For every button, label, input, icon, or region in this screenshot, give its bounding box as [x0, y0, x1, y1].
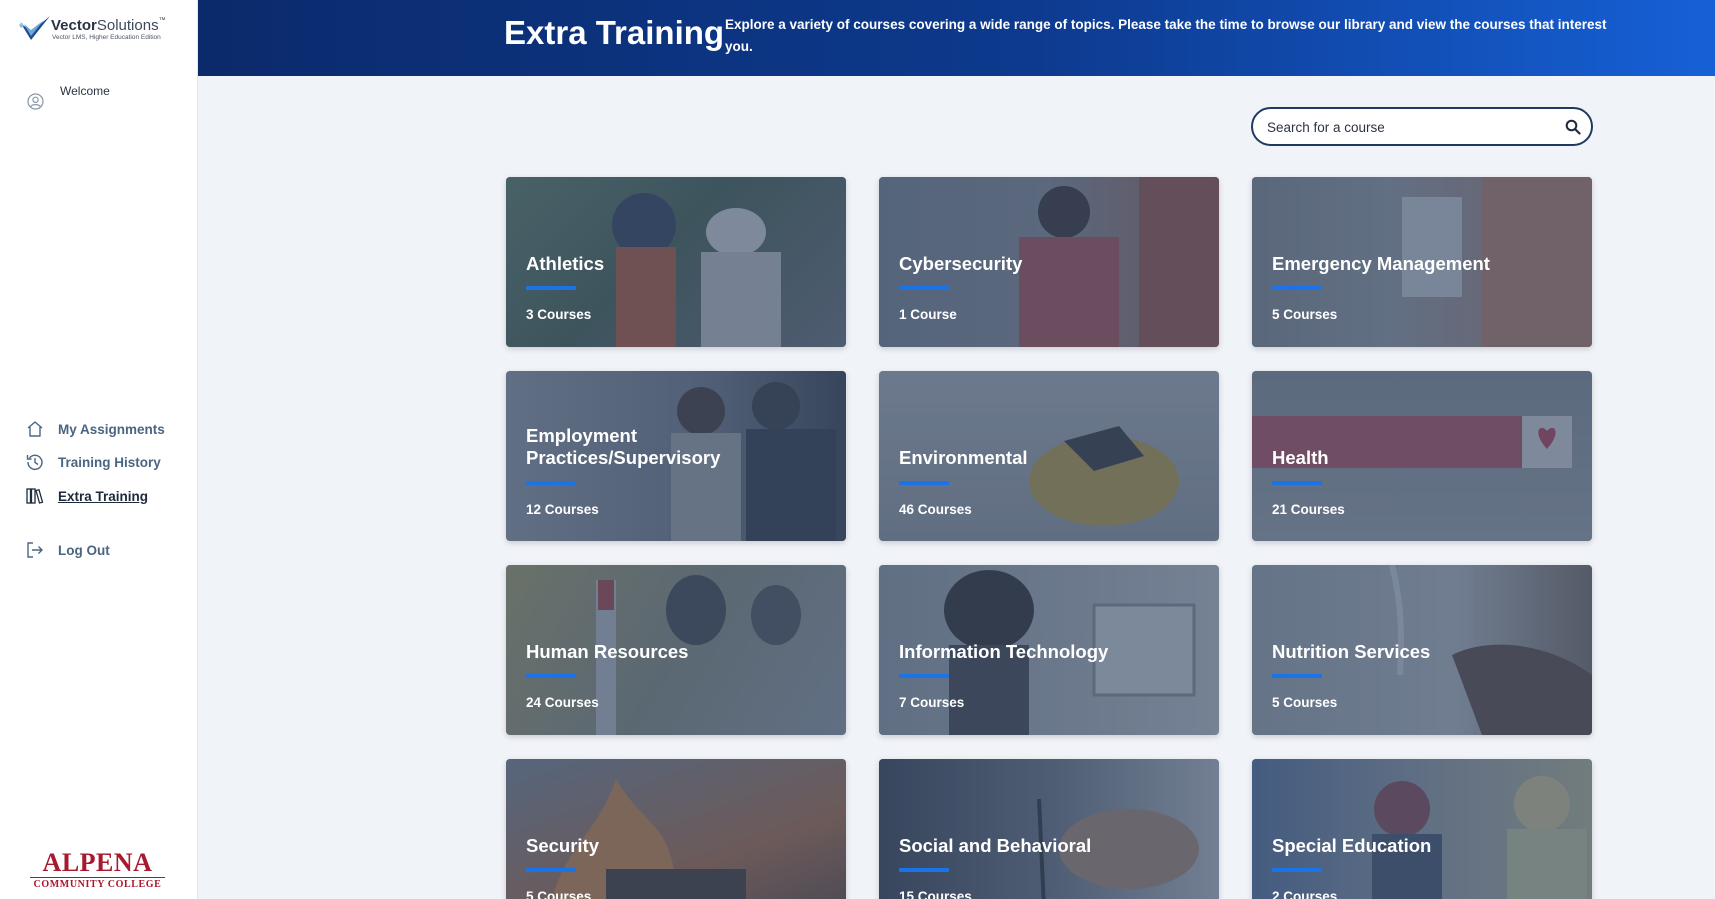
category-title: Environmental — [899, 447, 1028, 468]
vector-logo-mark-icon — [19, 16, 50, 40]
college-name: ALPENA — [42, 848, 153, 877]
category-title: Employment Practices/Supervisory — [526, 425, 721, 468]
page-title: Extra Training — [504, 14, 725, 51]
user-avatar-icon — [27, 93, 44, 110]
category-card-nutrition-services[interactable]: Nutrition Services 5 Courses — [1252, 565, 1592, 735]
category-count: 1 Course — [899, 307, 957, 322]
search-icon[interactable] — [1565, 119, 1581, 135]
sidebar-item-log-out[interactable]: Log Out — [25, 539, 110, 561]
card-overlay — [879, 759, 1219, 899]
sidebar: VectorSolutions™ Vector LMS, Higher Educ… — [0, 0, 198, 899]
accent-bar — [526, 286, 576, 290]
card-overlay — [506, 759, 846, 899]
welcome-label: Welcome — [60, 84, 110, 98]
category-card-cybersecurity[interactable]: Cybersecurity 1 Course — [879, 177, 1219, 347]
category-title: Social and Behavioral — [899, 835, 1092, 856]
logout-icon — [27, 542, 43, 558]
category-title: Security — [526, 835, 600, 856]
books-icon — [26, 488, 44, 504]
accent-bar — [899, 674, 949, 678]
category-count: 7 Courses — [899, 695, 965, 710]
category-count: 21 Courses — [1272, 502, 1345, 517]
category-card-social-and-behavioral[interactable]: Social and Behavioral 15 Courses — [879, 759, 1219, 899]
accent-bar — [1272, 868, 1322, 872]
category-count: 12 Courses — [526, 502, 599, 517]
sidebar-item-label: My Assignments — [58, 421, 165, 437]
category-card-information-technology[interactable]: Information Technology 7 Courses — [879, 565, 1219, 735]
category-card-health[interactable]: Health 21 Courses — [1252, 371, 1592, 541]
sidebar-item-label: Training History — [58, 454, 161, 470]
sidebar-item-label: Extra Training — [58, 488, 149, 504]
accent-bar — [1272, 481, 1322, 485]
history-icon — [26, 454, 43, 471]
category-card-emergency-management[interactable]: Emergency Management 5 Courses — [1252, 177, 1592, 347]
brand-name: VectorSolutions™ — [51, 17, 166, 34]
category-card-special-education[interactable]: Special Education 2 Courses — [1252, 759, 1592, 899]
category-count: 24 Courses — [526, 695, 599, 710]
category-title: Health — [1272, 447, 1329, 468]
vector-solutions-logo[interactable]: VectorSolutions™ Vector LMS, Higher Educ… — [18, 14, 188, 48]
college-logo: ALPENA COMMUNITY COLLEGE — [30, 850, 165, 890]
page-banner: Extra Training Explore a variety of cour… — [198, 0, 1715, 76]
category-count: 3 Courses — [526, 307, 592, 322]
accent-bar — [899, 481, 949, 485]
search-input[interactable] — [1267, 116, 1557, 138]
category-count: 5 Courses — [526, 889, 592, 899]
category-card-human-resources[interactable]: Human Resources 24 Courses — [506, 565, 846, 735]
page-description: Explore a variety of courses covering a … — [725, 17, 1607, 54]
accent-bar — [526, 481, 576, 485]
category-title: Cybersecurity — [899, 253, 1023, 274]
category-count: 5 Courses — [1272, 307, 1338, 322]
card-overlay — [1252, 759, 1592, 899]
category-title: Athletics — [526, 253, 605, 274]
category-count: 5 Courses — [1272, 695, 1338, 710]
home-icon — [27, 421, 43, 437]
college-subtitle: COMMUNITY COLLEGE — [30, 877, 165, 890]
category-card-employment-practices[interactable]: Employment Practices/Supervisory 12 Cour… — [506, 371, 846, 541]
accent-bar — [1272, 674, 1322, 678]
category-count: 2 Courses — [1272, 889, 1338, 899]
accent-bar — [899, 868, 949, 872]
accent-bar — [526, 868, 576, 872]
category-count: 46 Courses — [899, 502, 972, 517]
accent-bar — [1272, 286, 1322, 290]
category-title: Special Education — [1272, 835, 1432, 856]
category-title: Human Resources — [526, 641, 689, 662]
accent-bar — [899, 286, 949, 290]
brand-subtitle: Vector LMS, Higher Education Edition — [52, 34, 161, 41]
accent-bar — [526, 674, 576, 678]
sidebar-item-label: Log Out — [58, 542, 110, 558]
category-title: Nutrition Services — [1272, 641, 1431, 662]
sidebar-item-training-history[interactable]: Training History — [25, 451, 161, 473]
category-card-athletics[interactable]: Athletics 3 Courses — [506, 177, 846, 347]
sidebar-item-extra-training[interactable]: Extra Training — [25, 485, 148, 507]
category-title: Information Technology — [899, 641, 1109, 662]
category-title: Emergency Management — [1272, 253, 1490, 274]
category-card-environmental[interactable]: Environmental 46 Courses — [879, 371, 1219, 541]
category-card-security[interactable]: Security 5 Courses — [506, 759, 846, 899]
sidebar-item-my-assignments[interactable]: My Assignments — [25, 418, 165, 440]
search-box — [1251, 107, 1593, 146]
category-count: 15 Courses — [899, 889, 972, 899]
